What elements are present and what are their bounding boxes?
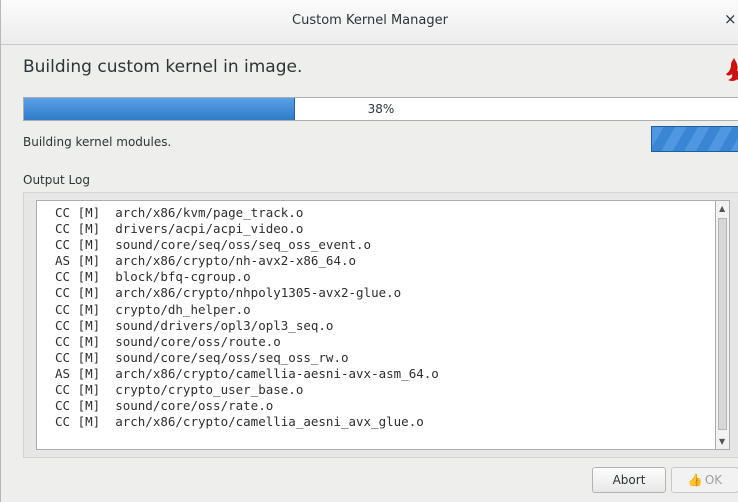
scroll-down-arrow-icon[interactable]: ▼ <box>719 437 725 446</box>
log-line: CC [M] sound/core/oss/rate.o <box>55 398 274 414</box>
scroll-up-arrow-icon[interactable]: ▲ <box>719 204 725 213</box>
window-title: Custom Kernel Manager <box>292 13 448 28</box>
log-scrollbar[interactable]: ▲ ▼ <box>716 200 730 450</box>
flame-logo-icon <box>726 58 738 81</box>
activity-indicator <box>651 126 738 152</box>
log-line: CC [M] sound/core/seq/oss/seq_oss_event.… <box>55 237 372 253</box>
page-title: Building custom kernel in image. <box>23 57 303 77</box>
log-line: CC [M] arch/x86/kvm/page_track.o <box>55 205 304 220</box>
log-line: CC [M] sound/core/seq/oss/seq_oss_rw.o <box>55 349 349 365</box>
title-bar[interactable]: Custom Kernel Manager × <box>1 0 738 45</box>
log-line: AS [M] arch/x86/crypto/nh-avx2-x86_64.o <box>55 253 357 269</box>
output-log-textarea[interactable]: CC [M] arch/x86/kvm/page_track.o CC [M] d… <box>36 200 716 450</box>
scrollbar-thumb[interactable] <box>718 218 727 430</box>
custom-kernel-manager-window: Custom Kernel Manager × Building custom … <box>0 0 738 502</box>
log-line: CC [M] crypto/crypto_user_base.o <box>55 382 304 398</box>
log-line: CC [M] block/bfq-cgroup.o <box>55 269 251 285</box>
ok-button[interactable]: 👍 OK <box>671 467 738 493</box>
log-line: CC [M] drivers/acpi/acpi_video.o <box>55 221 304 237</box>
log-line: CC [M] sound/core/oss/route.o <box>55 333 281 349</box>
status-text: Building kernel modules. <box>23 135 172 149</box>
build-progress-bar: 38% <box>23 97 738 121</box>
output-log-label: Output Log <box>23 173 90 187</box>
thumbs-up-icon: 👍 <box>687 473 703 487</box>
log-line: CC [M] arch/x86/crypto/nhpoly1305-avx2-g… <box>55 285 402 301</box>
log-line: AS [M] arch/x86/crypto/camellia-aesni-av… <box>55 365 439 381</box>
progress-percent: 38% <box>367 102 395 116</box>
log-lines: CC [M] arch/x86/kvm/page_track.o CC [M] d… <box>55 205 439 430</box>
ok-label: OK <box>704 473 723 487</box>
log-line: CC [M] sound/drivers/opl3/opl3_seq.o <box>55 317 334 333</box>
log-line: CC [M] arch/x86/crypto/camellia_aesni_av… <box>55 414 424 430</box>
close-icon[interactable]: × <box>724 12 737 27</box>
abort-button[interactable]: Abort <box>592 467 666 493</box>
log-line: CC [M] crypto/dh_helper.o <box>55 301 251 317</box>
